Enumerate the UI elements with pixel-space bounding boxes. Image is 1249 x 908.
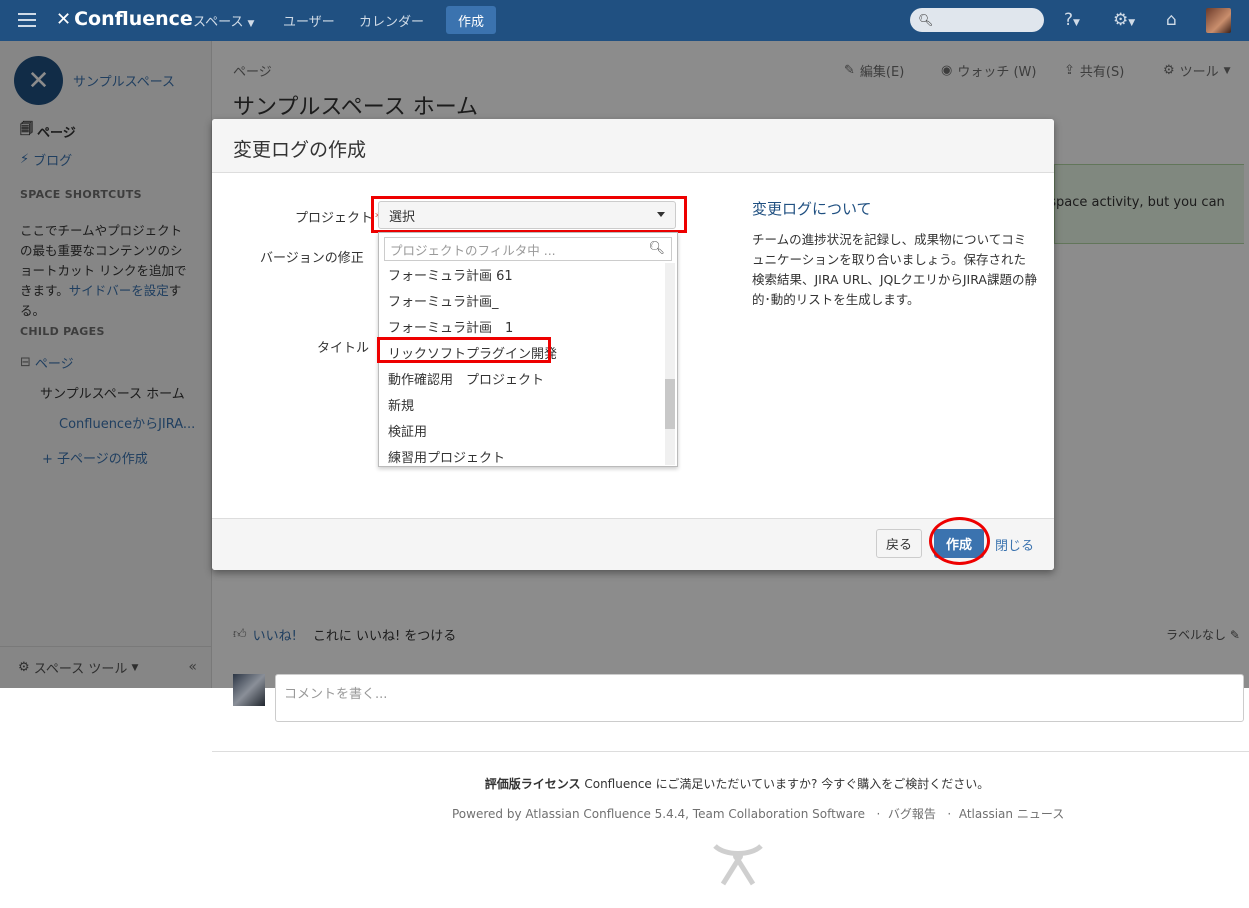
dialog-header: 変更ログの作成 (212, 119, 1054, 173)
create-button[interactable]: 作成 (446, 6, 496, 34)
dialog-title: 変更ログの作成 (233, 139, 367, 161)
bug-report-link[interactable]: バグ報告 (888, 807, 936, 821)
chevron-down-icon: ▼ (247, 19, 255, 29)
gear-icon[interactable]: ⚙▼ (1113, 10, 1135, 30)
powered-by: Powered by Atlassian Confluence 5.4.4, T… (452, 807, 1065, 821)
user-avatar[interactable] (1206, 8, 1231, 33)
close-link[interactable]: 閉じる (995, 535, 1034, 554)
list-item[interactable]: フォーミュラ計画 61 (388, 265, 513, 284)
highlight-box (371, 196, 687, 233)
list-item[interactable]: フォーミュラ計画_ (388, 291, 499, 310)
list-item[interactable]: 練習用プロジェクト (388, 447, 505, 466)
confluence-x-icon: ✕ (56, 8, 72, 30)
version-label: バージョンの修正 (260, 251, 364, 266)
highlight-box (377, 337, 551, 363)
nav-users[interactable]: ユーザー (283, 11, 335, 30)
dropdown-scrollbar[interactable] (665, 263, 675, 465)
scroll-thumb[interactable] (665, 379, 675, 429)
search-input[interactable]: 🔍︎ (910, 8, 1044, 32)
project-filter-input[interactable]: プロジェクトのフィルタ中 ... 🔍︎ (384, 237, 672, 261)
avatar (233, 674, 265, 706)
about-title: 変更ログについて (752, 200, 872, 218)
top-navigation: ✕ Confluence スペース ▼ ユーザー カレンダー 作成 🔍︎ ?▼ ⚙▼… (0, 0, 1249, 41)
atlassian-logo-icon (713, 844, 763, 886)
highlight-circle (929, 517, 990, 565)
list-item[interactable]: 検証用 (388, 421, 427, 440)
notifications-icon[interactable]: ⌂ (1166, 10, 1177, 30)
list-item[interactable]: フォーミュラ計画 1 (388, 317, 513, 336)
back-button[interactable]: 戻る (876, 529, 922, 558)
title-label: タイトル (317, 341, 370, 356)
divider (212, 751, 1249, 752)
comment-input[interactable]: コメントを書く... (275, 674, 1244, 722)
menu-icon[interactable] (18, 13, 36, 27)
list-item[interactable]: 動作確認用 プロジェクト (388, 369, 544, 388)
list-item[interactable]: 新規 (388, 395, 414, 414)
help-icon[interactable]: ?▼ (1064, 10, 1080, 30)
create-changelog-dialog: 変更ログの作成 プロジェクト* バージョンの修正 タイトル 選択 プロジェクトの… (212, 119, 1054, 570)
nav-calendar[interactable]: カレンダー (359, 11, 424, 30)
search-icon: 🔍︎ (918, 13, 934, 27)
news-link[interactable]: Atlassian ニュース (959, 807, 1064, 821)
confluence-logo[interactable]: ✕ Confluence (56, 8, 193, 30)
search-icon: 🔍︎ (648, 241, 665, 256)
project-label: プロジェクト* (295, 211, 382, 226)
about-text: チームの進捗状況を記録し、成果物についてコミュニケーションを取り合いましょう。保… (752, 232, 1037, 307)
dialog-footer (212, 518, 1054, 570)
license-notice: 評価版ライセンス Confluence にご満足いただいていますか? 今すぐ購入… (484, 777, 990, 791)
nav-spaces[interactable]: スペース ▼ (193, 11, 254, 30)
